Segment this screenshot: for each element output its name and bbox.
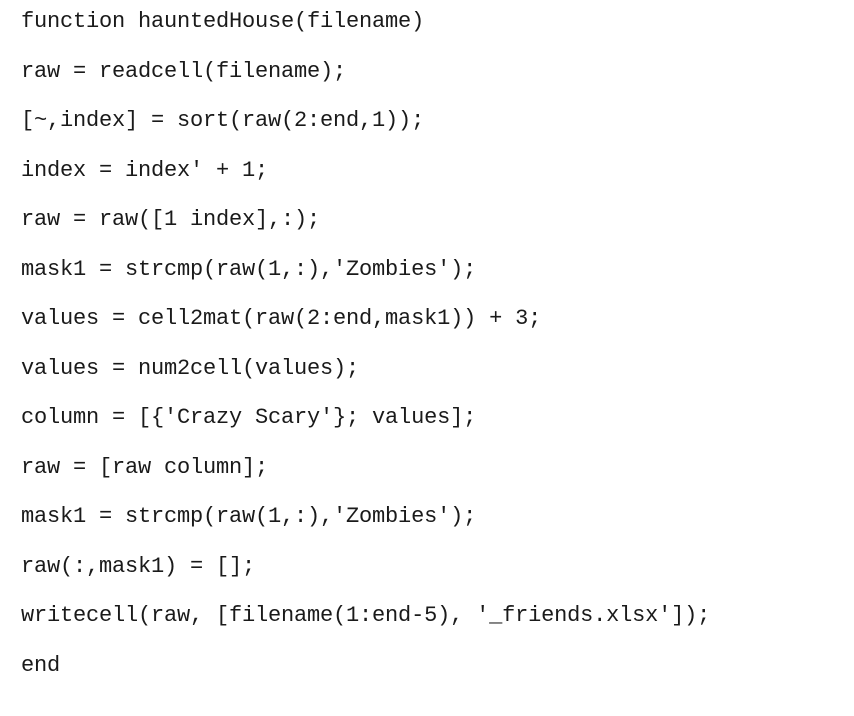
code-line-1: function hauntedHouse(filename): [21, 9, 425, 34]
code-line-10: raw = [raw column];: [21, 455, 269, 480]
code-line-12: raw(:,mask1) = [];: [21, 554, 256, 579]
code-line-3: [~,index] = sort(raw(2:end,1));: [21, 108, 425, 133]
code-line-7: values = cell2mat(raw(2:end,mask1)) + 3;: [21, 306, 542, 331]
code-line-6: mask1 = strcmp(raw(1,:),'Zombies');: [21, 257, 477, 282]
code-line-13: writecell(raw, [filename(1:end-5), '_fri…: [21, 603, 711, 628]
code-line-5: raw = raw([1 index],:);: [21, 207, 321, 232]
code-line-11: mask1 = strcmp(raw(1,:),'Zombies');: [21, 504, 477, 529]
code-line-4: index = index' + 1;: [21, 158, 269, 183]
code-line-8: values = num2cell(values);: [21, 356, 360, 381]
code-line-14: end: [21, 653, 61, 678]
code-line-9: column = [{'Crazy Scary'}; values];: [21, 405, 477, 430]
code-line-2: raw = readcell(filename);: [21, 59, 347, 84]
code-listing: function hauntedHouse(filename) raw = re…: [0, 0, 854, 716]
